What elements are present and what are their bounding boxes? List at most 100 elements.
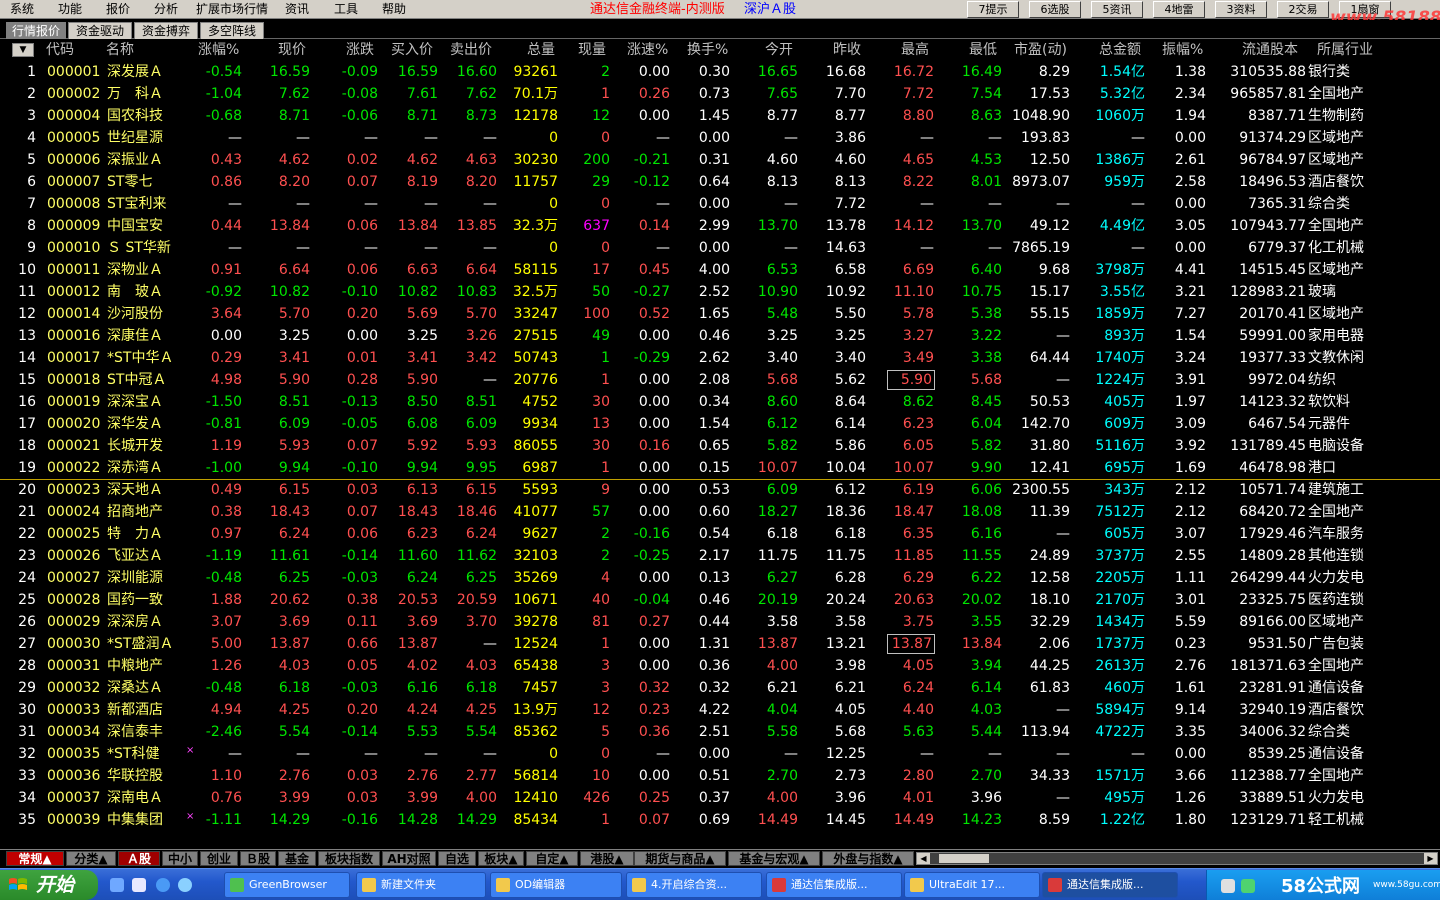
ie-icon[interactable] [156, 878, 170, 892]
table-row[interactable]: 5 000006 深振业Ａ 0.43 4.62 0.02 4.62 4.63 30230 200-… [0, 149, 1440, 171]
category-tab[interactable]: 中小 [162, 851, 198, 866]
table-row[interactable]: 16 000019 深深宝Ａ -1.50 8.51 -0.13 8.50 8.51 4752 30… [0, 391, 1440, 413]
column-header[interactable]: 换手% [687, 41, 728, 59]
table-row[interactable]: 2 000002 万 科Ａ -1.04 7.62 -0.08 7.61 7.62 70.1万 1 0… [0, 83, 1440, 105]
toolbar-mine-button[interactable]: 4地雷 [1153, 1, 1205, 18]
category-tab[interactable]: Ａ股 [118, 851, 160, 866]
taskbar-window-button[interactable]: 通达信集成版... [1042, 872, 1178, 898]
table-row[interactable]: 4 000005 世纪星源 — — — — —0 0—0.00—3.86— —193.83—0.0… [0, 127, 1440, 149]
column-header[interactable]: 总金额 [1099, 41, 1141, 59]
category-tab[interactable]: 基金与宏观▲ [728, 851, 820, 866]
tab-long-short[interactable]: 多空阵线 [200, 22, 264, 39]
tab-capital-game[interactable]: 资金搏弈 [134, 22, 198, 39]
table-row[interactable]: 7 000008 ST宝利来 — — — — —0 0—0.00—7.72— — — —0.00 736… [0, 193, 1440, 215]
category-tab[interactable]: Ｂ股 [240, 851, 276, 866]
column-header[interactable]: 买入价 [391, 41, 433, 59]
table-row[interactable]: 25 000028 国药一致 1.88 20.62 0.38 20.53 20.59 10671… [0, 589, 1440, 611]
table-row[interactable]: 34 000037 深南电Ａ 0.76 3.99 0.03 3.99 4.00 12410 426… [0, 787, 1440, 809]
category-tab[interactable]: 自定▲ [526, 851, 578, 866]
tab-capital-drive[interactable]: 资金驱动 [68, 22, 132, 39]
table-row[interactable]: 26 000029 深深房Ａ 3.07 3.69 0.11 3.69 3.70 39278 81 0… [0, 611, 1440, 633]
taskbar-window-button[interactable]: 4.开启综合资... [626, 872, 762, 898]
column-header[interactable]: 最低 [969, 41, 997, 59]
browser-icon[interactable] [178, 878, 192, 892]
menu-extended-market[interactable]: 扩展市场行情 [196, 1, 268, 18]
column-header[interactable]: 最高 [901, 41, 929, 59]
category-tab[interactable]: 期货与商品▲ [634, 851, 726, 866]
category-tab[interactable]: AH对照 [382, 851, 436, 866]
taskbar-window-button[interactable]: OD编辑器 [490, 872, 622, 898]
column-header[interactable]: 振幅% [1162, 41, 1203, 59]
column-header[interactable]: 流通股本 [1242, 41, 1298, 59]
table-row[interactable]: 30 000033 新都酒店 4.94 4.25 0.20 4.24 4.25 13.9万 12 0… [0, 699, 1440, 721]
table-row[interactable]: 9 000010 Ｓ ST华新 — — — — —0 0—0.00—14.63— —7865.19… [0, 237, 1440, 259]
menu-tools[interactable]: 工具 [334, 1, 358, 18]
toolbar-trade-button[interactable]: 2交易 [1277, 1, 1329, 18]
table-row[interactable]: 8 000009 中国宝安 0.44 13.84 0.06 13.84 13.85 32.3万 6… [0, 215, 1440, 237]
table-row[interactable]: 18 000021 长城开发 1.19 5.93 0.07 5.92 5.93 86055 30 0… [0, 435, 1440, 457]
table-row[interactable]: 33 000036 华联控股 1.10 2.76 0.03 2.76 2.77 56814 10 0… [0, 765, 1440, 787]
table-row[interactable]: 10 000011 深物业Ａ 0.91 6.64 0.06 6.63 6.64 58115 17 0… [0, 259, 1440, 281]
column-header[interactable]: 涨速% [627, 41, 668, 59]
scroll-right-button[interactable]: ▶ [1424, 853, 1437, 864]
table-row[interactable]: 24 000027 深圳能源 -0.48 6.25 -0.03 6.24 6.25 35269 4… [0, 567, 1440, 589]
column-header[interactable]: 现价 [278, 41, 306, 59]
horizontal-scrollbar[interactable]: ◀ ▶ [916, 852, 1438, 865]
start-button[interactable]: 开始 [0, 870, 98, 900]
table-row[interactable]: 28 000031 中粮地产 1.26 4.03 0.05 4.02 4.03 65438 3 0.… [0, 655, 1440, 677]
taskbar-window-button[interactable]: UltraEdit 17... [904, 872, 1040, 898]
table-row[interactable]: 3 000004 国农科技 -0.68 8.71 -0.06 8.71 8.73 12178 12… [0, 105, 1440, 127]
toolbar-info-button[interactable]: 3资料 [1215, 1, 1267, 18]
column-header[interactable]: 今开 [765, 41, 793, 59]
column-header[interactable]: 涨幅% [198, 41, 239, 59]
menu-news[interactable]: 资讯 [285, 1, 309, 18]
table-row[interactable]: 12 000014 沙河股份 3.64 5.70 0.20 5.69 5.70 33247 100… [0, 303, 1440, 325]
scroll-thumb[interactable] [939, 854, 989, 863]
column-header[interactable]: 现量 [578, 41, 606, 59]
column-header[interactable]: 卖出价 [450, 41, 492, 59]
scroll-left-button[interactable]: ◀ [917, 853, 930, 864]
category-tab[interactable]: 分类▲ [66, 851, 116, 866]
table-row[interactable]: 11 000012 南 玻Ａ -0.92 10.82 -0.10 10.82 10.83 32.… [0, 281, 1440, 303]
taskbar-window-button[interactable]: 新建文件夹 [356, 872, 486, 898]
table-row[interactable]: 15 000018 ST中冠Ａ 4.98 5.90 0.28 5.90 — 20776 1 0.00… [0, 369, 1440, 391]
menu-system[interactable]: 系统 [10, 1, 34, 18]
table-row[interactable]: 6 000007 ST零七 0.86 8.20 0.07 8.19 8.20 11757 29 -0… [0, 171, 1440, 193]
quick-launch-icon[interactable] [132, 878, 146, 892]
tray-network-icon[interactable] [1241, 879, 1255, 893]
category-tab[interactable]: 常规▲ [6, 851, 64, 866]
category-tab[interactable]: 板块▲ [478, 851, 524, 866]
category-tab[interactable]: 基金 [278, 851, 316, 866]
tab-quote[interactable]: 行情报价 [6, 22, 66, 39]
table-row[interactable]: 21 000024 招商地产 0.38 18.43 0.07 18.43 18.46 41077… [0, 501, 1440, 523]
table-row[interactable]: 20 000023 深天地Ａ 0.49 6.15 0.03 6.13 6.15 5593 9 0.0… [0, 479, 1440, 501]
column-header[interactable]: 市盈(动) [1014, 41, 1067, 59]
table-row[interactable]: 29 000032 深桑达Ａ -0.48 6.18 -0.03 6.16 6.18 7457 3 0… [0, 677, 1440, 699]
table-row[interactable]: 22 000025 特 力Ａ 0.97 6.24 0.06 6.23 6.24 9627 2 -0.… [0, 523, 1440, 545]
table-row[interactable]: 35 000039 中集集团 -1.11 14.29 -0.16 14.28 14.29 854… [0, 809, 1440, 831]
menu-help[interactable]: 帮助 [382, 1, 406, 18]
category-tab[interactable]: 板块指数 [318, 851, 380, 866]
sort-toggle-button[interactable]: ▼ [12, 43, 34, 57]
show-desktop-icon[interactable] [110, 878, 124, 892]
column-header[interactable]: 涨跌 [346, 41, 374, 59]
menu-function[interactable]: 功能 [58, 1, 82, 18]
table-row[interactable]: 13 000016 深康佳Ａ 0.00 3.25 0.00 3.25 3.26 27515 49 0… [0, 325, 1440, 347]
table-row[interactable]: 19 000022 深赤湾Ａ -1.00 9.94 -0.10 9.94 9.95 6987 1 0… [0, 457, 1440, 479]
tray-app-icon[interactable] [1221, 879, 1235, 893]
category-tab[interactable]: 港股▲ [580, 851, 634, 866]
taskbar-window-button[interactable]: GreenBrowser [224, 872, 350, 898]
table-row[interactable]: 32 000035 *ST科健 — — — — —0 0—0.00—12.25— — — —0.00 8… [0, 743, 1440, 765]
category-tab[interactable]: 创业 [200, 851, 238, 866]
column-header[interactable]: 昨收 [833, 41, 861, 59]
column-header[interactable]: 代码 [46, 41, 74, 59]
toolbar-hint-button[interactable]: 7提示 [967, 1, 1019, 18]
toolbar-news-button[interactable]: 5资讯 [1091, 1, 1143, 18]
column-header[interactable]: 名称 [106, 41, 134, 59]
table-row[interactable]: 23 000026 飞亚达Ａ -1.19 11.61 -0.14 11.60 11.62 321… [0, 545, 1440, 567]
menu-quote[interactable]: 报价 [106, 1, 130, 18]
column-header[interactable]: 总量 [527, 41, 555, 59]
category-tab[interactable]: 自选 [438, 851, 476, 866]
toolbar-select-stock-button[interactable]: 6选股 [1029, 1, 1081, 18]
category-tab[interactable]: 外盘与指数▲ [822, 851, 914, 866]
